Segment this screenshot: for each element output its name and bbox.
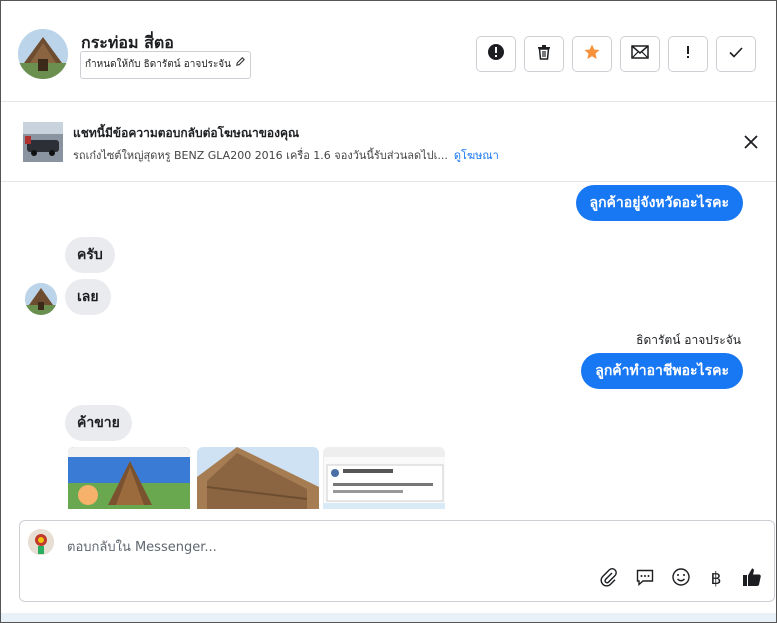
assign-button[interactable]: กำหนดให้กับ ธิดารัตน์ อาจประจัน <box>80 51 252 79</box>
message-outgoing[interactable]: ลูกค้าทำอาชีพอะไรคะ <box>581 353 743 389</box>
contact-avatar[interactable] <box>18 29 68 79</box>
bottom-strip <box>1 613 776 622</box>
pencil-icon <box>235 52 246 78</box>
message-incoming[interactable]: ครับ <box>65 237 115 273</box>
alert-icon <box>487 43 505 65</box>
exclamation-icon <box>679 43 697 65</box>
delete-button[interactable] <box>524 36 564 72</box>
attach-icon <box>599 567 619 591</box>
view-ad-link[interactable]: ดูโฆษณา <box>454 149 499 162</box>
image-attachment[interactable] <box>68 447 190 509</box>
contact-avatar-small[interactable] <box>25 283 57 315</box>
conversation-panel: กระท่อม สี่ตอ กำหนดให้กับ ธิดารัตน์ อาจป… <box>0 0 777 623</box>
payment-button[interactable]: ฿ <box>705 568 727 590</box>
ad-description-text: รถเก๋งไซต์ใหญ่สุดหรู BENZ GLA200 2016 เค… <box>73 149 448 162</box>
message-incoming[interactable]: เลย <box>65 279 111 315</box>
trash-icon <box>535 43 553 65</box>
image-attachment[interactable] <box>323 447 445 509</box>
mark-spam-button[interactable] <box>476 36 516 72</box>
ad-description: รถเก๋งไซต์ใหญ่สุดหรู BENZ GLA200 2016 เค… <box>73 146 499 164</box>
attach-button[interactable] <box>598 568 620 590</box>
reply-composer <box>19 520 775 602</box>
mail-icon <box>630 43 650 65</box>
message-outgoing[interactable]: ลูกค้าอยู่จังหวัดอะไรคะ <box>575 185 743 221</box>
emoji-button[interactable] <box>670 568 692 590</box>
saved-reply-icon <box>635 567 655 591</box>
close-icon <box>742 135 760 155</box>
check-icon <box>727 43 745 65</box>
reply-input[interactable]: ตอบกลับใน Messenger... <box>67 536 217 557</box>
sender-name: ธิดารัตน์ อาจประจัน <box>636 333 741 347</box>
star-button[interactable] <box>572 36 612 72</box>
emoji-icon <box>671 567 691 591</box>
mark-unread-button[interactable] <box>620 36 660 72</box>
page-avatar <box>28 529 54 555</box>
mark-done-button[interactable] <box>716 36 756 72</box>
follow-up-button[interactable] <box>668 36 708 72</box>
like-icon <box>741 566 763 592</box>
assign-label: กำหนดให้กับ ธิดารัตน์ อาจประจัน <box>85 59 232 70</box>
baht-icon: ฿ <box>710 569 722 589</box>
image-attachment[interactable] <box>197 447 319 509</box>
ad-banner-title: แชทนี้มีข้อความตอบกลับต่อโฆษณาของคุณ <box>73 126 300 140</box>
close-banner-button[interactable] <box>742 133 760 151</box>
message-incoming[interactable]: ค้าขาย <box>65 405 132 441</box>
like-button[interactable] <box>741 568 763 590</box>
ad-thumbnail[interactable] <box>23 122 63 162</box>
saved-reply-button[interactable] <box>634 568 656 590</box>
star-icon <box>583 43 601 65</box>
